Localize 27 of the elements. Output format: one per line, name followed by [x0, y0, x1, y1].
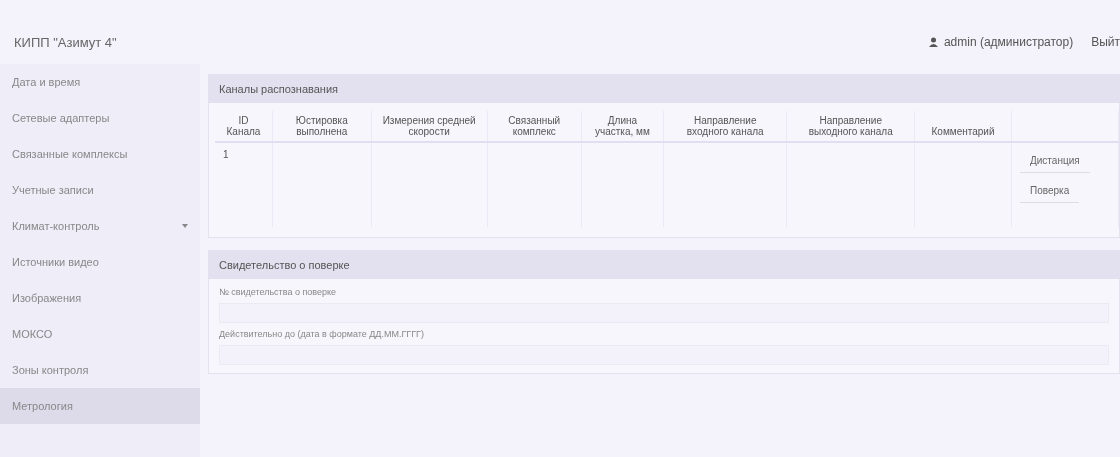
sidebar-item[interactable]: МОКСО — [0, 316, 200, 352]
field-label: № свидетельства о поверке — [219, 287, 338, 297]
table-cell: 1 — [215, 142, 273, 227]
sidebar-item[interactable]: Сетевые адаптеры — [0, 100, 200, 136]
column-header: ID Канала — [215, 111, 273, 142]
panel-heading: Каналы распознавания — [209, 75, 1119, 103]
sidebar-item[interactable]: Климат-контроль — [0, 208, 200, 244]
sidebar-item[interactable]: Учетные записи — [0, 172, 200, 208]
column-header: Измерения средней скорости — [371, 111, 488, 142]
column-header: Длина участка, мм — [581, 111, 664, 142]
column-header: Юстировка выполнена — [272, 111, 372, 142]
column-header: Связанный комплекс — [487, 111, 582, 142]
column-header: Направление выходного канала — [787, 111, 915, 142]
panel-heading: Свидетельство о поверке — [209, 251, 1119, 279]
logout-link[interactable]: Выйт — [1091, 35, 1120, 49]
sidebar-item[interactable]: Зоны контроля — [0, 352, 200, 388]
user-name[interactable]: admin (администратор) — [943, 35, 1074, 49]
app-title: КИПП "Азимут 4" — [14, 34, 117, 50]
user-icon — [928, 37, 938, 47]
sidebar-item[interactable]: Источники видео — [0, 244, 200, 280]
field-label: Действительно до (дата в формате ДД.ММ.ГГГГ) — [219, 329, 425, 339]
sidebar-item[interactable]: Метрология — [0, 388, 200, 424]
sidebar-item[interactable]: Изображения — [0, 280, 200, 316]
sidebar-item[interactable]: Дата и время — [0, 64, 200, 100]
sidebar-item[interactable]: Связанные комплексы — [0, 136, 200, 172]
column-header: Комментарий — [914, 111, 1012, 142]
column-header: Направление входного канала — [663, 111, 787, 142]
